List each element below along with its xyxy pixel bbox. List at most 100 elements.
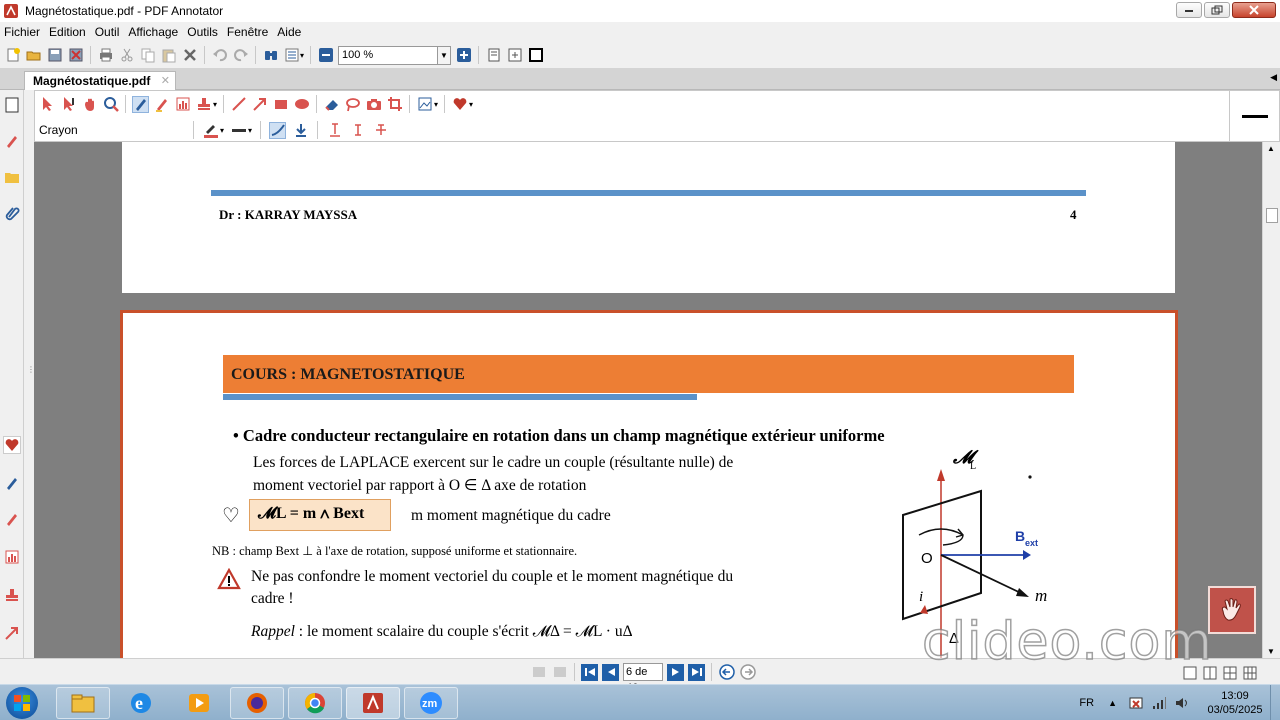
history-forward-icon[interactable] <box>739 664 756 681</box>
vertical-scrollbar[interactable]: ▲ ▼ <box>1262 142 1280 658</box>
scroll-up-icon[interactable]: ▲ <box>1267 144 1275 153</box>
taskbar-zoom[interactable]: zm <box>404 687 458 719</box>
text-strike-icon[interactable] <box>372 122 389 139</box>
text-select-icon[interactable] <box>60 96 77 113</box>
undo-icon[interactable] <box>211 47 228 64</box>
touch-hand-button[interactable] <box>1208 586 1256 634</box>
marker-tool-icon[interactable] <box>153 96 170 113</box>
line-tool-icon[interactable] <box>230 96 247 113</box>
pan-hand-icon[interactable] <box>81 96 98 113</box>
document-viewport[interactable]: Dr : KARRAY MAYSSA 4 COURS : MAGNETOSTAT… <box>34 142 1262 658</box>
volume-icon[interactable] <box>1173 695 1190 712</box>
menu-fenetre[interactable]: Fenêtre <box>227 25 268 39</box>
save-as-icon[interactable] <box>67 47 84 64</box>
restore-button[interactable] <box>1204 2 1230 18</box>
pen-tool-icon[interactable] <box>132 95 149 113</box>
taskbar-file-explorer[interactable] <box>56 687 110 719</box>
width-dropdown-icon[interactable]: ▾ <box>248 126 252 135</box>
copy-icon[interactable] <box>139 47 156 64</box>
previous-page-icon[interactable] <box>602 663 619 681</box>
panel-collapse-icon[interactable] <box>1242 115 1268 118</box>
folder-icon[interactable] <box>3 168 21 186</box>
highlighter-icon[interactable] <box>3 474 21 492</box>
show-hidden-icons-icon[interactable]: ▲ <box>1108 698 1117 708</box>
zoom-out-icon[interactable] <box>317 47 334 64</box>
pen-icon[interactable] <box>3 132 21 150</box>
network-icon[interactable] <box>1150 695 1167 712</box>
cut-icon[interactable] <box>118 47 135 64</box>
select-arrow-icon[interactable] <box>39 96 56 113</box>
taskbar-chrome[interactable] <box>288 687 342 719</box>
view-grid-icon[interactable] <box>1221 664 1238 681</box>
page-indicator-input[interactable]: 6 de 46 <box>623 663 663 694</box>
lasso-tool-icon[interactable] <box>344 96 361 113</box>
document-tab[interactable]: Magnétostatique.pdf ✕ <box>24 71 176 90</box>
paste-icon[interactable] <box>160 47 177 64</box>
paperclip-icon[interactable] <box>3 204 21 222</box>
ellipse-tool-icon[interactable] <box>293 96 310 113</box>
favorite-tool-icon[interactable] <box>451 96 468 113</box>
save-icon[interactable] <box>46 47 63 64</box>
layout-dropdown-icon[interactable]: ▾ <box>300 51 304 60</box>
crop-tool-icon[interactable] <box>386 96 403 113</box>
menu-affichage[interactable]: Affichage <box>128 25 178 39</box>
insert-dropdown-icon[interactable]: ▾ <box>434 100 438 109</box>
page-back-icon[interactable] <box>530 664 547 681</box>
taskbar-internet-explorer[interactable]: e <box>114 687 168 719</box>
page-fit-icon[interactable] <box>506 47 523 64</box>
close-button[interactable] <box>1232 2 1276 18</box>
menu-edition[interactable]: Edition <box>49 25 86 39</box>
line-width-icon[interactable] <box>230 122 247 139</box>
print-icon[interactable] <box>97 47 114 64</box>
pressure-icon[interactable] <box>292 122 309 139</box>
layout-icon[interactable] <box>283 47 300 64</box>
text-baseline-icon[interactable] <box>349 122 366 139</box>
taskbar-firefox[interactable] <box>230 687 284 719</box>
rectangle-tool-icon[interactable] <box>272 96 289 113</box>
find-icon[interactable] <box>262 47 279 64</box>
next-page-icon[interactable] <box>667 663 684 681</box>
zoom-dropdown-icon[interactable]: ▼ <box>438 45 452 65</box>
marker-icon[interactable] <box>3 510 21 528</box>
insert-image-icon[interactable] <box>416 96 433 113</box>
stamp-icon[interactable] <box>3 586 21 604</box>
minimize-button[interactable] <box>1176 2 1202 18</box>
favorite-dropdown-icon[interactable]: ▾ <box>469 100 473 109</box>
favorites-icon[interactable] <box>3 436 21 454</box>
zoom-in-icon[interactable] <box>455 47 472 64</box>
open-icon[interactable] <box>25 47 42 64</box>
camera-tool-icon[interactable] <box>365 96 382 113</box>
redo-icon[interactable] <box>232 47 249 64</box>
scroll-down-icon[interactable]: ▼ <box>1267 647 1275 656</box>
zoom-input[interactable]: 100 % <box>338 45 439 65</box>
new-icon[interactable] <box>4 47 21 64</box>
page-full-icon[interactable] <box>527 47 544 64</box>
text-underline-icon[interactable] <box>326 122 343 139</box>
menu-fichier[interactable]: Fichier <box>4 25 40 39</box>
eraser-tool-icon[interactable] <box>323 96 340 113</box>
color-picker-icon[interactable] <box>202 122 219 139</box>
menu-outil[interactable]: Outil <box>95 25 120 39</box>
scrollbar-thumb[interactable] <box>1266 208 1278 223</box>
clock[interactable]: 13:09 03/05/2025 <box>1200 689 1270 717</box>
arrow-icon[interactable] <box>3 624 21 642</box>
page-single-icon[interactable] <box>485 47 502 64</box>
stamp-dropdown-icon[interactable]: ▾ <box>213 100 217 109</box>
view-grid-large-icon[interactable] <box>1241 664 1258 681</box>
last-page-icon[interactable] <box>688 663 705 681</box>
tab-close-icon[interactable]: ✕ <box>161 74 170 87</box>
page-thumbnail-icon[interactable] <box>3 96 21 114</box>
arrow-tool-icon[interactable] <box>251 96 268 113</box>
chart-icon[interactable] <box>3 548 21 566</box>
start-button[interactable] <box>6 687 38 719</box>
page-forward-icon[interactable] <box>551 664 568 681</box>
color-dropdown-icon[interactable]: ▾ <box>220 126 224 135</box>
menu-outils[interactable]: Outils <box>187 25 218 39</box>
show-desktop-button[interactable] <box>1270 685 1280 720</box>
zoom-tool-icon[interactable] <box>102 96 119 113</box>
first-page-icon[interactable] <box>581 663 598 681</box>
smooth-stroke-icon[interactable] <box>269 121 287 139</box>
menu-aide[interactable]: Aide <box>277 25 301 39</box>
chart-tool-icon[interactable] <box>174 96 191 113</box>
tab-scroll-icon[interactable]: ◀ <box>1270 72 1277 83</box>
